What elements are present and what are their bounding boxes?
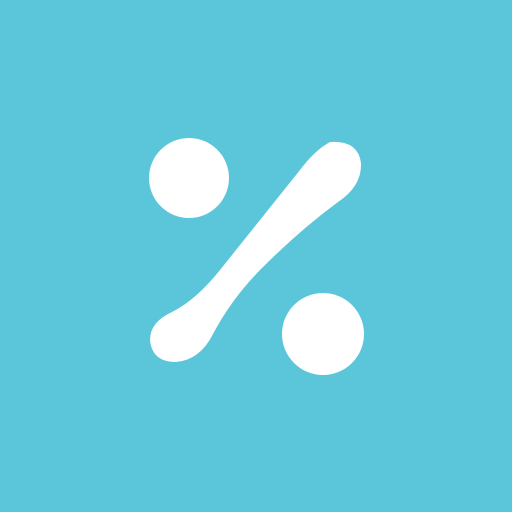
percent-icon	[0, 0, 512, 512]
percent-app-icon-tile	[0, 0, 512, 512]
percent-top-dot	[149, 138, 229, 218]
percent-bottom-dot	[282, 293, 364, 375]
